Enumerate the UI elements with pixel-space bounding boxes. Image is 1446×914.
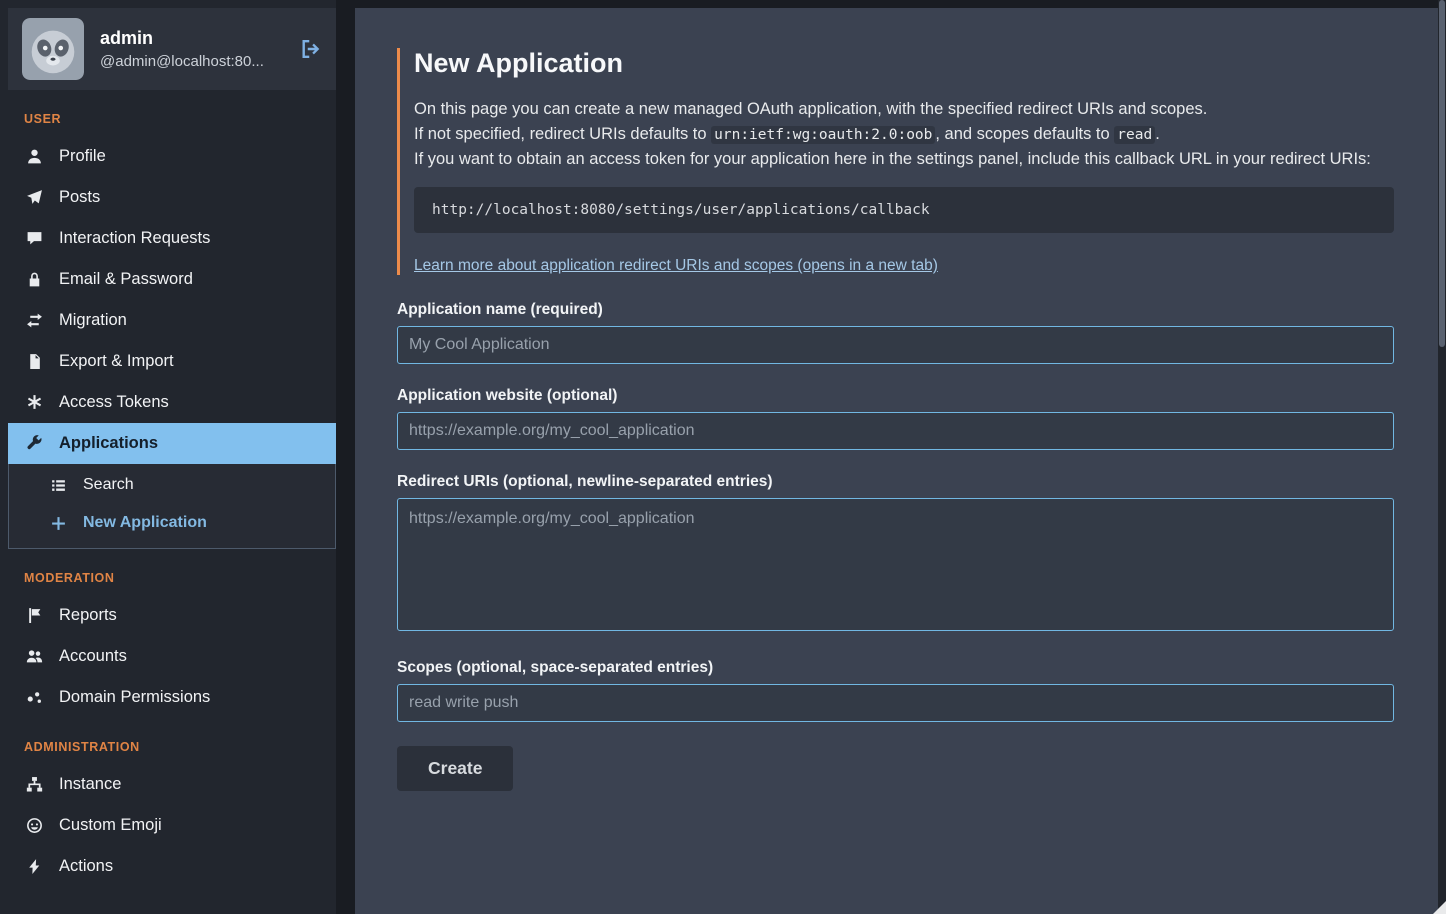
scrollbar-thumb[interactable] [1439,0,1445,347]
sidebar-item-custom-emoji[interactable]: Custom Emoji [8,805,336,846]
sidebar-item-label: New Application [83,514,207,532]
application-website-field-group: Application website (optional) [397,387,1394,450]
sidebar-item-domain-permissions[interactable]: Domain Permissions [8,677,336,718]
sidebar-item-applications-new[interactable]: New Application [9,504,335,542]
application-name-label: Application name (required) [397,301,1394,319]
application-name-field-group: Application name (required) [397,301,1394,364]
learn-more-link[interactable]: Learn more about application redirect UR… [414,257,938,274]
logout-icon[interactable] [298,37,322,61]
sidebar-item-label: Interaction Requests [59,229,210,248]
intro-line-3: If you want to obtain an access token fo… [414,147,1394,172]
sidebar-item-label: Migration [59,311,127,330]
page-scrollbar[interactable] [1438,0,1446,914]
user-name: admin [100,28,264,49]
sitemap-icon [25,776,44,793]
scopes-field-group: Scopes (optional, space-separated entrie… [397,659,1394,722]
sidebar-item-migration[interactable]: Migration [8,300,336,341]
sidebar-item-reports[interactable]: Reports [8,595,336,636]
sidebar-item-label: Applications [59,434,158,453]
redirect-uris-field-group: Redirect URIs (optional, newline-separat… [397,473,1394,636]
intro-line-2: If not specified, redirect URIs defaults… [414,122,1394,147]
sidebar-item-label: Instance [59,775,121,794]
scopes-input[interactable] [397,684,1394,722]
sidebar-item-label: Domain Permissions [59,688,210,707]
sidebar-item-interaction-requests[interactable]: Interaction Requests [8,218,336,259]
page-title: New Application [414,48,1394,79]
sidebar-item-label: Profile [59,147,106,166]
scopes-label: Scopes (optional, space-separated entrie… [397,659,1394,677]
lock-icon [25,271,44,288]
file-icon [25,353,44,370]
bolt-icon [25,858,44,875]
sidebar-item-accounts[interactable]: Accounts [8,636,336,677]
redirect-uris-label: Redirect URIs (optional, newline-separat… [397,473,1394,491]
sidebar-item-label: Accounts [59,647,127,666]
section-label-user: USER [24,112,336,126]
user-handle: @admin@localhost:80... [100,53,264,70]
resize-corner [1433,901,1446,914]
sidebar-item-label: Posts [59,188,100,207]
applications-submenu: Search New Application [8,464,336,549]
sidebar-item-label: Reports [59,606,117,625]
sidebar-item-applications-search[interactable]: Search [9,466,335,504]
new-application-panel: New Application On this page you can cre… [355,8,1438,914]
sidebar-item-email-password[interactable]: Email & Password [8,259,336,300]
sidebar-item-applications[interactable]: Applications [8,423,336,464]
sidebar-nav: USER Profile Posts Interaction Requests … [8,112,336,887]
sidebar-item-instance[interactable]: Instance [8,764,336,805]
sidebar-item-export-import[interactable]: Export & Import [8,341,336,382]
application-website-label: Application website (optional) [397,387,1394,405]
oob-code: urn:ietf:wg:oauth:2.0:oob [711,126,935,144]
sidebar-item-label: Access Tokens [59,393,169,412]
application-name-input[interactable] [397,326,1394,364]
sidebar-item-posts[interactable]: Posts [8,177,336,218]
list-icon [49,477,68,494]
section-label-administration: ADMINISTRATION [24,740,336,754]
paper-plane-icon [25,189,44,206]
flag-icon [25,607,44,624]
wrench-icon [25,435,44,452]
intro-line-1: On this page you can create a new manage… [414,97,1394,122]
plus-icon [49,515,68,532]
comment-icon [25,230,44,247]
sidebar-item-label: Actions [59,857,113,876]
sidebar-item-label: Export & Import [59,352,174,371]
network-dots-icon [25,689,44,706]
read-code: read [1114,126,1155,144]
user-icon [25,148,44,165]
sidebar-item-label: Search [83,476,134,494]
sloth-avatar [22,18,84,80]
callback-url-code-block: http://localhost:8080/settings/user/appl… [414,187,1394,233]
redirect-uris-textarea[interactable] [397,498,1394,631]
sidebar-item-access-tokens[interactable]: Access Tokens [8,382,336,423]
application-website-input[interactable] [397,412,1394,450]
create-button[interactable]: Create [397,746,513,791]
section-label-moderation: MODERATION [24,571,336,585]
sidebar-item-profile[interactable]: Profile [8,136,336,177]
sidebar-item-actions[interactable]: Actions [8,846,336,887]
sidebar-item-label: Custom Emoji [59,816,162,835]
settings-sidebar: admin @admin@localhost:80... USER Profil… [0,0,336,914]
user-card: admin @admin@localhost:80... [8,8,336,90]
asterisk-icon [25,394,44,411]
smiley-icon [25,817,44,834]
sidebar-item-label: Email & Password [59,270,193,289]
users-icon [25,648,44,665]
intro-block: New Application On this page you can cre… [397,48,1394,275]
transfer-arrows-icon [25,312,44,329]
